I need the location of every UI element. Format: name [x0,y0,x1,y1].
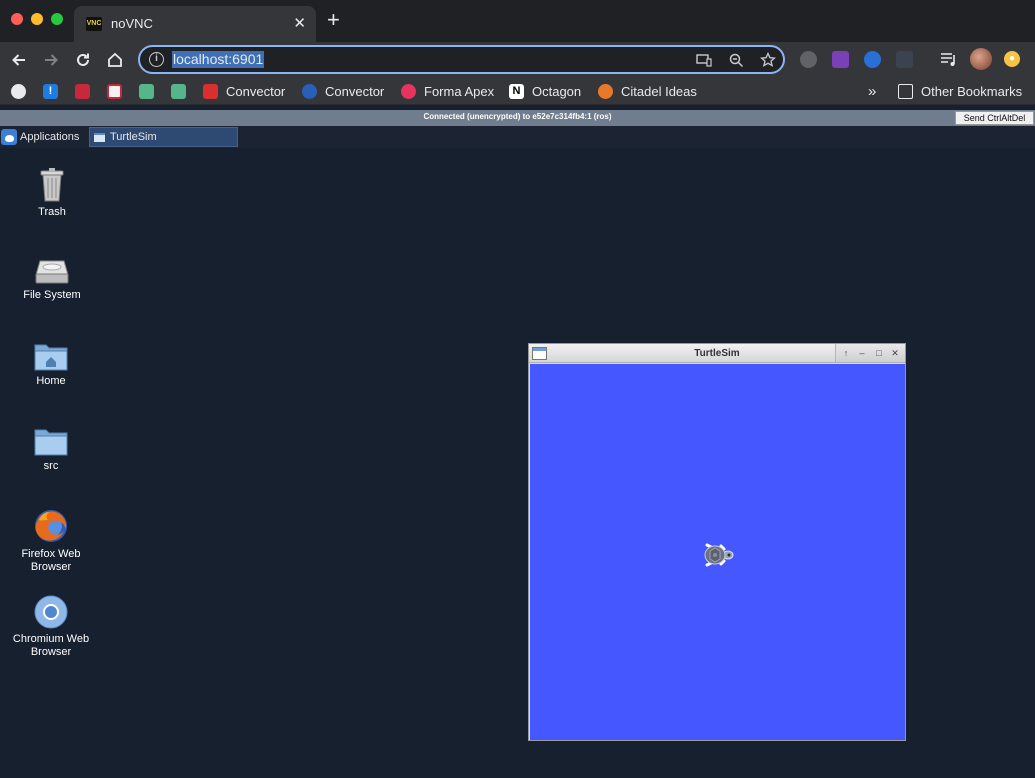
bookmark-label: Citadel Ideas [621,84,697,99]
bookmark-label: Convector [325,84,385,99]
hard-drive-icon [35,257,69,285]
turtlesim-window[interactable]: TurtleSim ↑ – □ ✕ [528,343,906,741]
bookmarks-overflow-button[interactable]: » [868,83,876,100]
window-controls: ↑ – □ ✕ [835,344,905,362]
zoom-icon[interactable] [727,51,745,69]
connection-status: Connected (unencrypted) to e52e7c314fb4:… [423,112,612,121]
browser-toolbar: i localhost:6901 ● [0,42,1035,77]
window-maximize-button[interactable] [51,13,63,25]
desktop-icon-chromium[interactable]: Chromium Web Browser [11,595,91,659]
bookmark-github[interactable] [11,83,34,100]
address-url[interactable]: localhost:6901 [172,51,265,68]
bookmark-green-cube-2[interactable] [171,83,194,100]
bookmark-forma-apex[interactable]: Forma Apex [401,83,494,100]
window-close-button[interactable] [11,13,23,25]
folder-icon [34,427,68,456]
applications-menu-button[interactable]: Applications [1,127,79,147]
bookmark-label: Forma Apex [424,84,495,99]
cast-icon[interactable] [695,51,713,69]
forma-apex-icon [401,84,416,99]
bookmark-star-icon[interactable] [759,51,777,69]
bookmark-red-app-2[interactable] [107,83,130,100]
media-queue-icon[interactable] [940,51,957,68]
red-app-icon [75,84,90,99]
green-cube-icon-2 [171,84,186,99]
xfce-panel: Applications TurtleSim [0,126,1035,148]
browser-titlebar: VNC noVNC ✕ + [0,0,1035,42]
exclamation-icon: ! [43,84,58,99]
icon-label: Trash [38,206,66,218]
address-bar[interactable]: i localhost:6901 [138,45,785,74]
remote-desktop[interactable]: Applications TurtleSim Trash File System… [0,126,1035,778]
bookmark-octagon[interactable]: N Octagon [509,83,581,100]
folder-icon [898,84,913,99]
turtlesim-canvas[interactable] [530,364,905,740]
desktop-icon-home[interactable]: Home [11,342,91,388]
bookmark-label: Convector [226,84,286,99]
maximize-window-icon[interactable]: □ [873,347,885,359]
desktop-icon-firefox[interactable]: Firefox Web Browser [11,508,91,574]
bookmark-green-cube[interactable] [139,83,162,100]
vnc-favicon-icon: VNC [86,17,102,31]
convector-blue-icon [302,84,317,99]
window-minimize-button[interactable] [31,13,43,25]
home-folder-icon [34,342,68,371]
shade-window-icon[interactable]: ↑ [840,347,852,359]
bookmark-exclamation[interactable]: ! [43,83,66,100]
window-icon [94,132,105,142]
red-app-icon-2 [107,84,122,99]
icon-label: File System [23,289,81,301]
send-ctrl-alt-del-button[interactable]: Send CtrlAltDel [955,111,1034,125]
profile-avatar[interactable] [970,48,992,70]
other-bookmarks-label: Other Bookmarks [921,84,1023,99]
forward-icon[interactable] [39,48,63,72]
icon-label: Chromium Web Browser [12,633,90,658]
chromium-icon [34,595,68,629]
update-icon[interactable]: ● [1004,51,1020,67]
citadel-icon [598,84,613,99]
new-tab-icon[interactable]: + [327,9,340,31]
back-icon[interactable] [7,48,31,72]
bookmark-label: Octagon [532,84,582,99]
github-icon [11,84,26,99]
turtle-icon [701,541,735,569]
minimize-window-icon[interactable]: – [856,347,868,359]
convector-red-icon [203,84,218,99]
dropbox-extension-icon[interactable] [896,51,913,68]
xfce-logo-icon [1,129,17,145]
desktop-icon-file-system[interactable]: File System [12,257,92,302]
taskbar-item-turtlesim[interactable]: TurtleSim [89,127,238,147]
lock-extension-icon[interactable] [864,51,881,68]
bookmark-convector-1[interactable]: Convector [203,83,285,100]
reload-icon[interactable] [71,48,95,72]
bookmarks-bar: ! Convector Convector Forma Apex N Octag… [0,77,1035,105]
tab-title: noVNC [111,16,153,31]
close-window-icon[interactable]: ✕ [889,347,901,359]
trash-icon [39,168,65,202]
bookmark-citadel-ideas[interactable]: Citadel Ideas [598,83,697,100]
icon-label: Home [36,375,66,387]
tab-close-icon[interactable]: ✕ [293,14,306,32]
github-extension-icon[interactable] [800,51,817,68]
site-info-icon[interactable]: i [149,52,164,67]
taskbar-item-label: TurtleSim [110,131,157,143]
browser-tab-novnc[interactable]: VNC noVNC ✕ [74,6,316,42]
notion-icon: N [509,84,524,99]
desktop-icon-trash[interactable]: Trash [12,168,92,219]
desktop-icon-src[interactable]: src [11,427,91,473]
onenote-extension-icon[interactable] [832,51,849,68]
bookmark-red-app[interactable] [75,83,98,100]
novnc-status-bar: Connected (unencrypted) to e52e7c314fb4:… [0,110,1035,126]
turtlesim-titlebar[interactable]: TurtleSim ↑ – □ ✕ [529,344,905,363]
icon-label: Firefox Web Browser [21,548,81,573]
other-bookmarks[interactable]: Other Bookmarks [898,83,1022,100]
home-icon[interactable] [103,48,127,72]
applications-label: Applications [20,131,80,143]
green-cube-icon [139,84,154,99]
icon-label: src [43,460,59,472]
bookmark-convector-2[interactable]: Convector [302,83,384,100]
firefox-icon [33,508,69,544]
